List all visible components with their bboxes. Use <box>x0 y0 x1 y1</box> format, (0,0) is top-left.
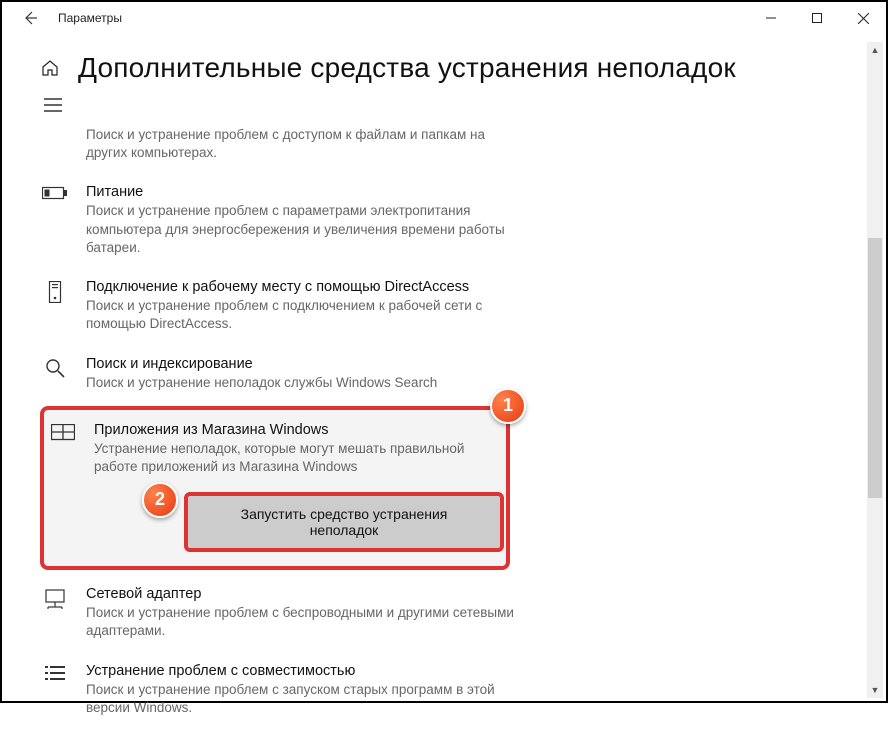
item-title: Питание <box>86 184 516 200</box>
item-search[interactable]: Поиск и индексирование Поиск и устранени… <box>40 346 876 404</box>
window-controls <box>748 2 886 34</box>
back-button[interactable] <box>14 2 46 34</box>
titlebar: Параметры <box>2 2 886 34</box>
item-desc: Поиск и устранение проблем с беспроводны… <box>86 604 516 640</box>
search-icon <box>40 356 70 392</box>
item-title: Приложения из Магазина Windows <box>94 422 494 438</box>
close-button[interactable] <box>840 2 886 34</box>
item-desc: Поиск и устранение проблем с подключение… <box>86 297 516 333</box>
item-store-apps[interactable]: Приложения из Магазина Windows Устранени… <box>44 420 494 482</box>
store-icon <box>48 422 78 476</box>
battery-icon <box>40 184 70 257</box>
list-icon <box>40 663 70 717</box>
troubleshooter-list: Поиск и устранение проблем с доступом к … <box>40 112 886 729</box>
item-title: Устранение проблем с совместимостью <box>86 663 516 679</box>
network-adapter-icon <box>40 586 70 640</box>
page-title: Дополнительные средства устранения непол… <box>78 52 736 84</box>
home-icon[interactable] <box>40 58 60 78</box>
item-title: Сетевой адаптер <box>86 586 516 602</box>
minimize-button[interactable] <box>748 2 794 34</box>
scroll-up-icon[interactable]: ▲ <box>867 42 883 58</box>
header-row: Дополнительные средства устранения непол… <box>40 34 886 90</box>
item-directaccess[interactable]: Подключение к рабочему месту с помощью D… <box>40 269 876 345</box>
server-icon <box>40 279 70 333</box>
files-icon <box>40 126 70 162</box>
maximize-button[interactable] <box>794 2 840 34</box>
scrollbar[interactable]: ▲ ▼ <box>867 42 883 698</box>
item-files[interactable]: Поиск и устранение проблем с доступом к … <box>40 116 876 174</box>
callout-badge-1: 1 <box>490 388 526 424</box>
item-desc: Поиск и устранение неполадок службы Wind… <box>86 374 516 392</box>
run-troubleshooter-button[interactable]: Запустить средство устранения неполадок <box>184 492 504 552</box>
item-title: Поиск и индексирование <box>86 356 516 372</box>
item-title: Подключение к рабочему месту с помощью D… <box>86 279 516 295</box>
item-desc: Поиск и устранение проблем с доступом к … <box>86 126 516 162</box>
item-desc: Поиск и устранение проблем с параметрами… <box>86 202 516 257</box>
content-area: Дополнительные средства устранения непол… <box>2 34 886 729</box>
item-network-adapter[interactable]: Сетевой адаптер Поиск и устранение пробл… <box>40 576 876 652</box>
item-store-apps-selected: 1 2 Приложения из Магазина Windows Устра… <box>40 406 510 570</box>
callout-badge-2: 2 <box>142 482 178 518</box>
window-title: Параметры <box>46 11 122 25</box>
item-desc: Поиск и устранение проблем с запуском ст… <box>86 681 516 717</box>
scroll-down-icon[interactable]: ▼ <box>867 682 883 698</box>
item-desc: Устранение неполадок, которые могут меша… <box>94 440 494 476</box>
menu-icon[interactable] <box>40 90 886 112</box>
item-power[interactable]: Питание Поиск и устранение проблем с пар… <box>40 174 876 269</box>
item-compatibility[interactable]: Устранение проблем с совместимостью Поис… <box>40 653 876 729</box>
scroll-thumb[interactable] <box>868 238 882 498</box>
